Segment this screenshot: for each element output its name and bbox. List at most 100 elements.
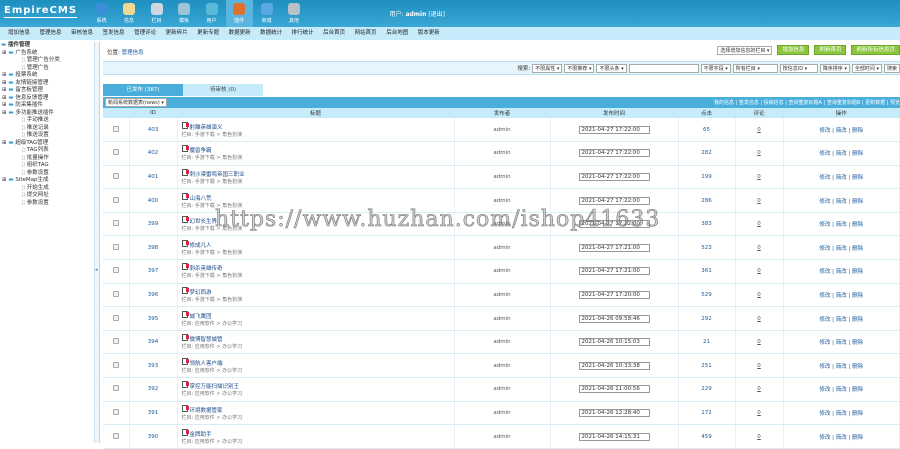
- logout-link[interactable]: [退出]: [428, 11, 445, 18]
- title-link[interactable]: 射雕英雄演义: [190, 125, 223, 131]
- menu-item[interactable]: 商城: [253, 0, 280, 27]
- nav-link[interactable]: 后台地图: [386, 27, 408, 40]
- tree-item[interactable]: ⊞ ▬ 友情链接管理: [0, 80, 94, 88]
- nav-link[interactable]: 数据统计: [260, 27, 282, 40]
- title-link[interactable]: 修成凡人: [190, 243, 212, 249]
- breadcrumb-link[interactable]: 管理信息: [122, 50, 144, 56]
- search-button[interactable]: 搜索: [883, 63, 900, 73]
- add-info-button[interactable]: 增加信息: [777, 45, 810, 55]
- nav-link[interactable]: 管理评论: [134, 27, 156, 40]
- comments-link[interactable]: 0: [757, 410, 761, 416]
- tree-item[interactable]: ▯ TAG列表: [0, 147, 94, 155]
- field-select[interactable]: 不限字段 ▾: [700, 63, 731, 73]
- row-actions[interactable]: 修改 | 简改 | 删除: [819, 151, 863, 157]
- title-link[interactable]: 山海八荒: [190, 196, 212, 202]
- tree-item[interactable]: ⊞ ▬ 信息反馈管理: [0, 95, 94, 103]
- recommend-select[interactable]: 不限推荐 ▾: [564, 63, 595, 73]
- tree-item[interactable]: ▯ 管理广告分类: [0, 57, 94, 65]
- column-select[interactable]: 选择增加信息的栏目 ▾: [717, 45, 773, 55]
- time-input[interactable]: 2021-04-27 17:22:00: [578, 125, 650, 134]
- nav-link[interactable]: 管理信息: [40, 27, 62, 40]
- time-input[interactable]: 2021-04-27 17:22:00: [578, 196, 650, 205]
- row-actions[interactable]: 修改 | 简改 | 删除: [819, 222, 863, 228]
- tree-item[interactable]: ▯ 推送设置: [0, 132, 94, 140]
- menu-item[interactable]: 用户: [198, 0, 225, 27]
- nav-link[interactable]: 签发信息: [103, 27, 125, 40]
- time-input[interactable]: 2021-04-26 10:15:03: [578, 338, 650, 347]
- nav-link[interactable]: 更新碎片: [166, 27, 188, 40]
- row-checkbox[interactable]: [112, 220, 119, 227]
- menu-item[interactable]: 其他: [281, 0, 308, 27]
- row-actions[interactable]: 修改 | 简改 | 删除: [819, 128, 863, 134]
- row-actions[interactable]: 修改 | 简改 | 删除: [819, 411, 863, 417]
- nav-link[interactable]: 数据更新: [229, 27, 251, 40]
- row-actions[interactable]: 修改 | 简改 | 删除: [819, 269, 863, 275]
- row-checkbox[interactable]: [112, 149, 119, 156]
- refresh-all-button[interactable]: 刷新所有信息页: [851, 45, 900, 55]
- time-input[interactable]: 2021-04-27 17:22:00: [578, 149, 650, 158]
- refresh-home-button[interactable]: 刷新首页: [814, 45, 847, 55]
- row-checkbox[interactable]: [112, 385, 119, 392]
- tree-item[interactable]: ▯ 推送记录: [0, 125, 94, 133]
- tree-item[interactable]: ▯ 开始生成: [0, 185, 94, 193]
- tree-item[interactable]: ⊞ ▬ 留言板管理: [0, 87, 94, 95]
- tab-pending[interactable]: 待审核 (0): [183, 84, 263, 96]
- comments-link[interactable]: 0: [757, 434, 761, 440]
- tree-item[interactable]: ▯ 提交网址: [0, 192, 94, 200]
- comments-link[interactable]: 0: [757, 174, 761, 180]
- row-checkbox[interactable]: [112, 408, 119, 415]
- nav-link[interactable]: 更新专题: [197, 27, 219, 40]
- tree-item[interactable]: ⊞ ▬ 防采集插件: [0, 102, 94, 110]
- time-input[interactable]: 2021-04-27 17:22:00: [578, 220, 650, 229]
- order-by-select[interactable]: 按信息ID ▾: [779, 63, 818, 73]
- nav-link[interactable]: 网站首页: [355, 27, 377, 40]
- title-link[interactable]: 金牌助手: [190, 432, 212, 438]
- row-checkbox[interactable]: [112, 361, 119, 368]
- time-input[interactable]: 2021-04-26 11:00:56: [578, 385, 650, 394]
- row-checkbox[interactable]: [112, 172, 119, 179]
- nav-link[interactable]: 版本更新: [418, 27, 440, 40]
- keyword-input[interactable]: [628, 63, 699, 73]
- comments-link[interactable]: 0: [757, 363, 761, 369]
- tab-published[interactable]: 已发布 (387): [103, 84, 183, 96]
- comments-link[interactable]: 0: [757, 198, 761, 204]
- tree-item[interactable]: ▬ 插件管理: [0, 42, 94, 50]
- row-actions[interactable]: 修改 | 简改 | 删除: [819, 435, 863, 441]
- tree-item[interactable]: ⊞ ▬ SiteMap生成: [0, 177, 94, 185]
- tree-item[interactable]: ▯ 组织TAG: [0, 162, 94, 170]
- comments-link[interactable]: 0: [757, 292, 761, 298]
- time-input[interactable]: 2021-04-26 10:33:38: [578, 361, 650, 370]
- headline-select[interactable]: 不限头条 ▾: [596, 63, 627, 73]
- table-select[interactable]: 新闻系统数据表(news) ▾: [105, 98, 167, 107]
- title-link[interactable]: 城飞鹰团: [190, 314, 212, 320]
- tree-item[interactable]: ⊞ ▬ 投票系统: [0, 72, 94, 80]
- row-actions[interactable]: 修改 | 简改 | 删除: [819, 340, 863, 346]
- row-checkbox[interactable]: [112, 338, 119, 345]
- comments-link[interactable]: 0: [757, 245, 761, 251]
- comments-link[interactable]: 0: [757, 127, 761, 133]
- title-link[interactable]: 领航人客户端: [190, 361, 223, 367]
- tree-item[interactable]: ⊞ ▬ 广告系统: [0, 50, 94, 58]
- menu-item[interactable]: 栏目: [143, 0, 170, 27]
- tree-item[interactable]: ⊞ ▬ 多功能推送插件: [0, 110, 94, 118]
- row-checkbox[interactable]: [112, 314, 119, 321]
- menu-item[interactable]: 模板: [171, 0, 198, 27]
- row-actions[interactable]: 修改 | 简改 | 删除: [819, 317, 863, 323]
- row-actions[interactable]: 修改 | 简改 | 删除: [819, 387, 863, 393]
- time-input[interactable]: 2021-04-27 17:21:00: [578, 267, 650, 276]
- column-filter-select[interactable]: 所有栏目 ▾: [732, 63, 778, 73]
- tree-item[interactable]: ⊞ ▬ 超级TAG管理: [0, 140, 94, 148]
- time-input[interactable]: 2021-04-26 09:58:46: [578, 314, 650, 323]
- tree-item[interactable]: ▯ 管理广告: [0, 65, 94, 73]
- row-checkbox[interactable]: [112, 290, 119, 297]
- row-checkbox[interactable]: [112, 243, 119, 250]
- row-actions[interactable]: 修改 | 简改 | 删除: [819, 199, 863, 205]
- row-checkbox[interactable]: [112, 125, 119, 132]
- nav-link[interactable]: 排行统计: [292, 27, 314, 40]
- menu-item[interactable]: 信息: [116, 0, 143, 27]
- row-actions[interactable]: 修改 | 简改 | 删除: [819, 246, 863, 252]
- attr-select[interactable]: 不限属性 ▾: [532, 63, 563, 73]
- row-checkbox[interactable]: [112, 267, 119, 274]
- row-actions[interactable]: 修改 | 简改 | 删除: [819, 364, 863, 370]
- time-input[interactable]: 2021-04-27 17:22:00: [578, 172, 650, 181]
